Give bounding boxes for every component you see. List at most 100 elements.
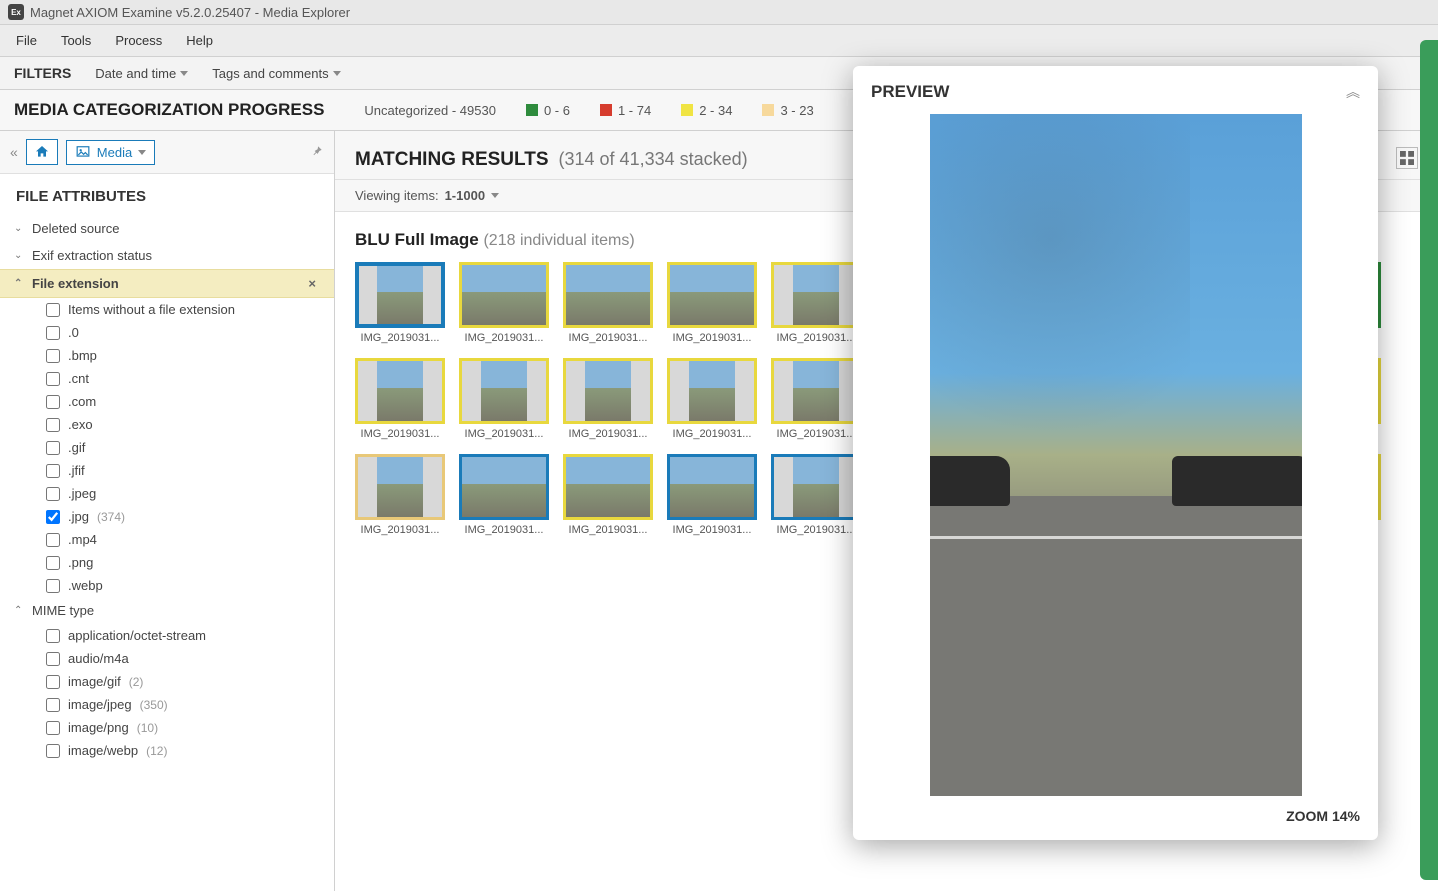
mime-option[interactable]: image/jpeg(350) [0,693,334,716]
thumbnail[interactable]: IMG_2019031... [771,454,861,536]
thumbnail[interactable]: IMG_2019031... [459,262,549,344]
preview-image[interactable] [930,114,1302,796]
thumbnail[interactable]: IMG_2019031... [771,358,861,440]
thumbnail-frame[interactable] [667,358,757,424]
checkbox[interactable] [46,349,60,363]
thumbnail[interactable]: IMG_2019031... [563,262,653,344]
menu-help[interactable]: Help [176,29,223,52]
checkbox[interactable] [46,698,60,712]
results-title: MATCHING RESULTS [355,149,549,171]
checkbox[interactable] [46,441,60,455]
file-ext-option[interactable]: .cnt [0,367,334,390]
mime-option[interactable]: audio/m4a [0,647,334,670]
file-ext-option[interactable]: .0 [0,321,334,344]
thumbnail-frame[interactable] [563,358,653,424]
file-ext-option[interactable]: .jpeg [0,482,334,505]
cat-3[interactable]: 3 - 23 [762,103,813,118]
thumbnail-frame[interactable] [563,454,653,520]
pin-button[interactable] [310,144,324,161]
preview-collapse-button[interactable]: ︽ [1346,82,1360,102]
checkbox[interactable] [46,303,60,317]
thumbnail[interactable]: IMG_2019031... [563,358,653,440]
file-ext-option[interactable]: .jpg(374) [0,505,334,528]
media-dropdown[interactable]: Media [66,140,155,165]
menu-file[interactable]: File [6,29,47,52]
mime-option[interactable]: image/png(10) [0,716,334,739]
checkbox[interactable] [46,675,60,689]
cat-1[interactable]: 1 - 74 [600,103,651,118]
sidebar-tree[interactable]: ⌄Deleted source ⌄Exif extraction status … [0,215,334,891]
thumbnail-label: IMG_2019031... [459,524,549,536]
thumbnail[interactable]: IMG_2019031... [355,358,445,440]
thumbnail[interactable]: IMG_2019031... [771,262,861,344]
thumbnail-frame[interactable] [563,262,653,328]
checkbox[interactable] [46,721,60,735]
mime-option[interactable]: image/webp(12) [0,739,334,762]
caret-down-icon [138,150,146,155]
thumbnail[interactable]: IMG_2019031... [667,262,757,344]
menu-tools[interactable]: Tools [51,29,101,52]
checkbox[interactable] [46,629,60,643]
checkbox[interactable] [46,652,60,666]
thumbnail[interactable]: IMG_2019031... [563,454,653,536]
checkbox[interactable] [46,487,60,501]
checkbox[interactable] [46,395,60,409]
thumbnail-frame[interactable] [667,262,757,328]
thumbnail-frame[interactable] [355,262,445,328]
filter-tags-comments[interactable]: Tags and comments [212,66,340,81]
tree-exif-status[interactable]: ⌄Exif extraction status [0,242,334,269]
thumbnail[interactable]: IMG_2019031... [355,454,445,536]
thumbnail-frame[interactable] [771,454,861,520]
home-button[interactable] [26,139,58,165]
menu-process[interactable]: Process [105,29,172,52]
thumbnail[interactable]: IMG_2019031... [459,358,549,440]
checkbox[interactable] [46,744,60,758]
view-grid-button[interactable] [1396,147,1418,169]
thumbnail[interactable]: IMG_2019031... [459,454,549,536]
checkbox[interactable] [46,579,60,593]
file-ext-option[interactable]: .jfif [0,459,334,482]
filter-date-time[interactable]: Date and time [95,66,188,81]
thumbnail-frame[interactable] [355,358,445,424]
checkbox[interactable] [46,464,60,478]
tree-file-extension[interactable]: ⌃File extension× [0,269,334,298]
file-ext-option[interactable]: .mp4 [0,528,334,551]
thumbnail-frame[interactable] [771,358,861,424]
thumbnail-frame[interactable] [667,454,757,520]
caret-down-icon[interactable] [491,193,499,198]
file-ext-option[interactable]: .exo [0,413,334,436]
file-ext-option[interactable]: .webp [0,574,334,597]
thumbnail[interactable]: IMG_2019031... [667,454,757,536]
file-ext-option[interactable]: Items without a file extension [0,298,334,321]
sidebar-collapse-button[interactable]: « [10,144,18,160]
mime-option[interactable]: application/octet-stream [0,624,334,647]
progress-title: MEDIA CATEGORIZATION PROGRESS [14,100,324,120]
close-icon[interactable]: × [304,276,320,291]
checkbox[interactable] [46,533,60,547]
thumbnail-frame[interactable] [459,358,549,424]
checkbox[interactable] [46,326,60,340]
checkbox[interactable] [46,418,60,432]
thumbnail[interactable]: IMG_2019031... [667,358,757,440]
checkbox[interactable] [46,556,60,570]
thumbnail-frame[interactable] [771,262,861,328]
chevron-up-icon: ⌃ [14,278,24,289]
tree-deleted-source[interactable]: ⌄Deleted source [0,215,334,242]
checkbox[interactable] [46,510,60,524]
tree-mime-type[interactable]: ⌃MIME type [0,597,334,624]
thumbnail-frame[interactable] [459,454,549,520]
file-ext-option[interactable]: .com [0,390,334,413]
cat-0[interactable]: 0 - 6 [526,103,570,118]
thumbnail[interactable]: IMG_2019031... [355,262,445,344]
thumbnail-frame[interactable] [355,454,445,520]
mime-option[interactable]: image/gif(2) [0,670,334,693]
cat-2[interactable]: 2 - 34 [681,103,732,118]
file-ext-option[interactable]: .bmp [0,344,334,367]
chevron-down-icon: ⌄ [14,250,24,261]
checkbox[interactable] [46,372,60,386]
home-icon [33,144,51,160]
file-ext-option[interactable]: .png [0,551,334,574]
swatch-green-icon [526,104,538,116]
thumbnail-frame[interactable] [459,262,549,328]
file-ext-option[interactable]: .gif [0,436,334,459]
